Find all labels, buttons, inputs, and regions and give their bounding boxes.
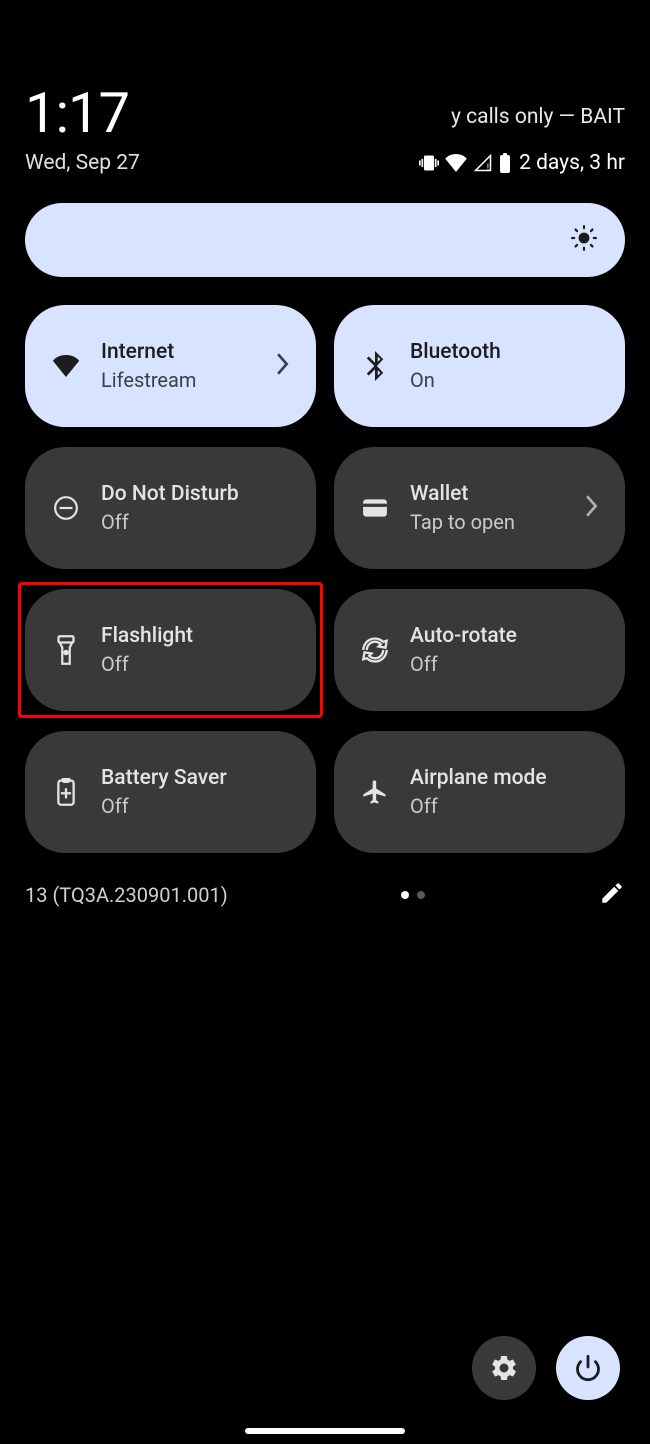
vibrate-icon: [419, 153, 439, 173]
page-indicator: [401, 891, 425, 899]
signal-icon: !: [473, 154, 493, 172]
pencil-icon: [599, 880, 625, 906]
tile-internet[interactable]: Internet Lifestream: [25, 305, 316, 427]
auto-rotate-icon: [358, 636, 392, 664]
battery-saver-icon: [49, 778, 83, 806]
nav-handle[interactable]: [245, 1428, 405, 1434]
carrier-text: y calls only — BAIT: [451, 105, 625, 129]
wallet-icon: [358, 498, 392, 518]
tile-label: Flashlight: [101, 624, 193, 648]
tile-airplane-mode[interactable]: Airplane mode Off: [334, 731, 625, 853]
tile-wallet[interactable]: Wallet Tap to open: [334, 447, 625, 569]
tile-label: Battery Saver: [101, 766, 227, 790]
tile-sub: Tap to open: [410, 510, 515, 534]
status-icons: !: [419, 153, 511, 173]
chevron-right-icon: [585, 495, 599, 521]
wifi-icon: [445, 154, 467, 172]
tile-label: Internet: [101, 340, 196, 364]
clock-time: 1:17: [25, 85, 129, 141]
tile-sub: Lifestream: [101, 368, 196, 392]
tile-sub: Off: [410, 794, 547, 818]
tile-auto-rotate[interactable]: Auto-rotate Off: [334, 589, 625, 711]
tile-battery-saver[interactable]: Battery Saver Off: [25, 731, 316, 853]
dnd-icon: [49, 495, 83, 521]
tile-label: Bluetooth: [410, 340, 501, 364]
tile-label: Airplane mode: [410, 766, 547, 790]
tile-do-not-disturb[interactable]: Do Not Disturb Off: [25, 447, 316, 569]
flashlight-icon: [49, 635, 83, 665]
power-button[interactable]: [556, 1336, 620, 1400]
date-text: Wed, Sep 27: [25, 151, 140, 175]
brightness-slider[interactable]: [25, 203, 625, 277]
battery-icon: [499, 153, 511, 173]
tile-sub: Off: [101, 794, 227, 818]
bluetooth-icon: [358, 351, 392, 381]
edit-button[interactable]: [599, 880, 625, 910]
chevron-right-icon: [276, 353, 290, 379]
tile-sub: On: [410, 368, 501, 392]
build-label: 13 (TQ3A.230901.001): [25, 883, 228, 907]
tile-bluetooth[interactable]: Bluetooth On: [334, 305, 625, 427]
airplane-icon: [358, 778, 392, 806]
battery-estimate: 2 days, 3 hr: [519, 151, 625, 175]
brightness-icon: [571, 225, 597, 255]
tile-label: Auto-rotate: [410, 624, 517, 648]
tile-flashlight[interactable]: Flashlight Off: [25, 589, 316, 711]
tile-sub: Off: [410, 652, 517, 676]
tile-sub: Off: [101, 652, 193, 676]
tile-label: Wallet: [410, 482, 515, 506]
wifi-icon: [49, 355, 83, 377]
tile-sub: Off: [101, 510, 239, 534]
gear-icon: [489, 1353, 519, 1383]
power-icon: [574, 1354, 602, 1382]
settings-button[interactable]: [472, 1336, 536, 1400]
tile-label: Do Not Disturb: [101, 482, 239, 506]
svg-text:!: !: [487, 163, 489, 172]
